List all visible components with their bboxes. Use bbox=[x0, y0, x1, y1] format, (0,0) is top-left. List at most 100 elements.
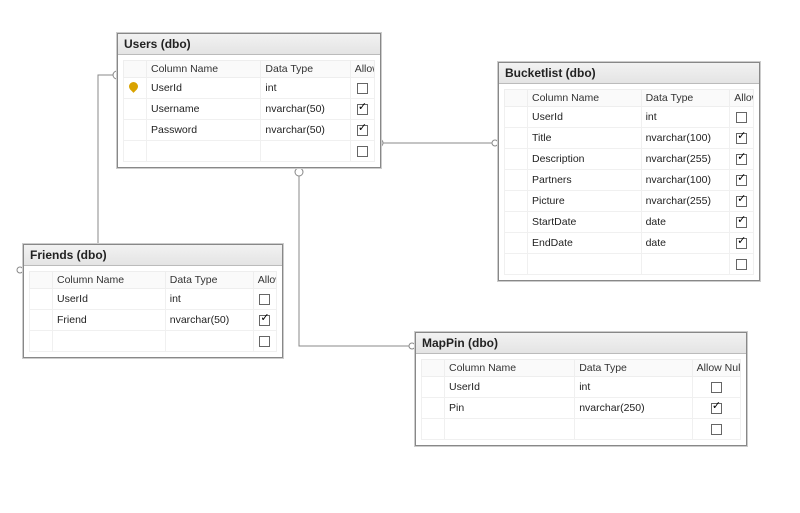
allow-nulls-cell[interactable] bbox=[730, 149, 754, 170]
column-name[interactable]: UserId bbox=[445, 377, 575, 398]
checkbox-icon[interactable] bbox=[357, 104, 368, 115]
checkbox-icon[interactable] bbox=[736, 238, 747, 249]
column-type[interactable]: nvarchar(50) bbox=[261, 120, 350, 141]
row-selector bbox=[124, 99, 147, 120]
column-type[interactable]: nvarchar(100) bbox=[641, 128, 730, 149]
column-grid: Column NameData TypeAllow NullsUserIdint… bbox=[29, 271, 277, 352]
checkbox-icon[interactable] bbox=[736, 175, 747, 186]
diagram-canvas: Users (dbo) Column NameData TypeAllow Nu… bbox=[0, 0, 800, 513]
table-row[interactable] bbox=[505, 254, 754, 275]
column-type[interactable]: int bbox=[641, 107, 730, 128]
column-name[interactable]: EndDate bbox=[528, 233, 642, 254]
checkbox-icon[interactable] bbox=[259, 336, 270, 347]
row-selector bbox=[505, 191, 528, 212]
checkbox-icon[interactable] bbox=[259, 294, 270, 305]
checkbox-icon[interactable] bbox=[357, 146, 368, 157]
table-row[interactable] bbox=[422, 419, 741, 440]
table-users[interactable]: Users (dbo) Column NameData TypeAllow Nu… bbox=[117, 33, 381, 168]
column-type[interactable]: int bbox=[261, 78, 350, 99]
column-type[interactable]: nvarchar(255) bbox=[641, 191, 730, 212]
table-row[interactable]: Passwordnvarchar(50) bbox=[124, 120, 375, 141]
table-row[interactable]: UserIdint bbox=[124, 78, 375, 99]
column-type[interactable]: date bbox=[641, 212, 730, 233]
checkbox-icon[interactable] bbox=[736, 217, 747, 228]
column-name[interactable]: UserId bbox=[528, 107, 642, 128]
column-name[interactable]: Friend bbox=[53, 310, 166, 331]
checkbox-icon[interactable] bbox=[736, 154, 747, 165]
column-type[interactable]: nvarchar(255) bbox=[641, 149, 730, 170]
column-type[interactable]: nvarchar(50) bbox=[165, 310, 253, 331]
table-title[interactable]: MapPin (dbo) bbox=[416, 333, 746, 354]
table-title[interactable]: Friends (dbo) bbox=[24, 245, 282, 266]
table-row[interactable]: Pinnvarchar(250) bbox=[422, 398, 741, 419]
column-name[interactable]: Username bbox=[147, 99, 261, 120]
table-friends[interactable]: Friends (dbo) Column NameData TypeAllow … bbox=[23, 244, 283, 358]
column-type[interactable]: int bbox=[165, 289, 253, 310]
table-row[interactable]: Descriptionnvarchar(255) bbox=[505, 149, 754, 170]
column-name[interactable]: Pin bbox=[445, 398, 575, 419]
allow-nulls-cell[interactable] bbox=[350, 78, 374, 99]
column-type[interactable]: nvarchar(50) bbox=[261, 99, 350, 120]
checkbox-icon[interactable] bbox=[736, 196, 747, 207]
column-name[interactable]: Title bbox=[528, 128, 642, 149]
row-selector bbox=[124, 120, 147, 141]
column-grid: Column NameData TypeAllow NullsUserIdint… bbox=[504, 89, 754, 275]
table-row[interactable]: UserIdint bbox=[422, 377, 741, 398]
allow-nulls-cell[interactable] bbox=[730, 212, 754, 233]
relationship-line[interactable] bbox=[299, 172, 415, 346]
allow-nulls-cell[interactable] bbox=[350, 120, 374, 141]
checkbox-icon[interactable] bbox=[357, 83, 368, 94]
column-name[interactable]: StartDate bbox=[528, 212, 642, 233]
allow-nulls-cell[interactable] bbox=[730, 170, 754, 191]
table-bucketlist[interactable]: Bucketlist (dbo) Column NameData TypeAll… bbox=[498, 62, 760, 281]
row-selector bbox=[505, 149, 528, 170]
column-name[interactable]: UserId bbox=[147, 78, 261, 99]
table-row[interactable] bbox=[124, 141, 375, 162]
allow-nulls-cell[interactable] bbox=[253, 289, 276, 310]
header-type: Data Type bbox=[165, 272, 253, 289]
row-selector bbox=[422, 398, 445, 419]
checkbox-icon[interactable] bbox=[711, 403, 722, 414]
allow-nulls-cell[interactable] bbox=[730, 128, 754, 149]
relationship-line[interactable] bbox=[23, 75, 117, 270]
allow-nulls-cell[interactable] bbox=[350, 99, 374, 120]
column-name[interactable]: Picture bbox=[528, 191, 642, 212]
column-type[interactable]: nvarchar(250) bbox=[575, 398, 692, 419]
column-name[interactable]: Partners bbox=[528, 170, 642, 191]
allow-nulls-cell[interactable] bbox=[253, 310, 276, 331]
checkbox-icon[interactable] bbox=[357, 125, 368, 136]
table-title[interactable]: Bucketlist (dbo) bbox=[499, 63, 759, 84]
column-type[interactable]: date bbox=[641, 233, 730, 254]
table-mappin[interactable]: MapPin (dbo) Column NameData TypeAllow N… bbox=[415, 332, 747, 446]
allow-nulls-cell[interactable] bbox=[692, 398, 740, 419]
checkbox-icon[interactable] bbox=[736, 112, 747, 123]
column-name[interactable]: UserId bbox=[53, 289, 166, 310]
checkbox-icon[interactable] bbox=[711, 382, 722, 393]
table-row[interactable]: UserIdint bbox=[505, 107, 754, 128]
table-title[interactable]: Users (dbo) bbox=[118, 34, 380, 55]
allow-nulls-cell[interactable] bbox=[692, 377, 740, 398]
table-row[interactable] bbox=[30, 331, 277, 352]
header-nulls: Allow Nulls bbox=[692, 360, 740, 377]
checkbox-icon[interactable] bbox=[736, 259, 747, 270]
column-name[interactable]: Password bbox=[147, 120, 261, 141]
table-row[interactable]: EndDatedate bbox=[505, 233, 754, 254]
table-row[interactable]: Friendnvarchar(50) bbox=[30, 310, 277, 331]
checkbox-icon[interactable] bbox=[736, 133, 747, 144]
table-row[interactable]: Picturenvarchar(255) bbox=[505, 191, 754, 212]
table-row[interactable]: Titlenvarchar(100) bbox=[505, 128, 754, 149]
column-name[interactable]: Description bbox=[528, 149, 642, 170]
allow-nulls-cell[interactable] bbox=[730, 107, 754, 128]
column-type[interactable]: nvarchar(100) bbox=[641, 170, 730, 191]
allow-nulls-cell[interactable] bbox=[730, 191, 754, 212]
row-selector bbox=[30, 310, 53, 331]
table-row[interactable]: StartDatedate bbox=[505, 212, 754, 233]
table-row[interactable]: Usernamenvarchar(50) bbox=[124, 99, 375, 120]
column-type[interactable]: int bbox=[575, 377, 692, 398]
checkbox-icon[interactable] bbox=[711, 424, 722, 435]
checkbox-icon[interactable] bbox=[259, 315, 270, 326]
table-row[interactable]: UserIdint bbox=[30, 289, 277, 310]
allow-nulls-cell[interactable] bbox=[730, 233, 754, 254]
row-selector bbox=[505, 107, 528, 128]
table-row[interactable]: Partnersnvarchar(100) bbox=[505, 170, 754, 191]
